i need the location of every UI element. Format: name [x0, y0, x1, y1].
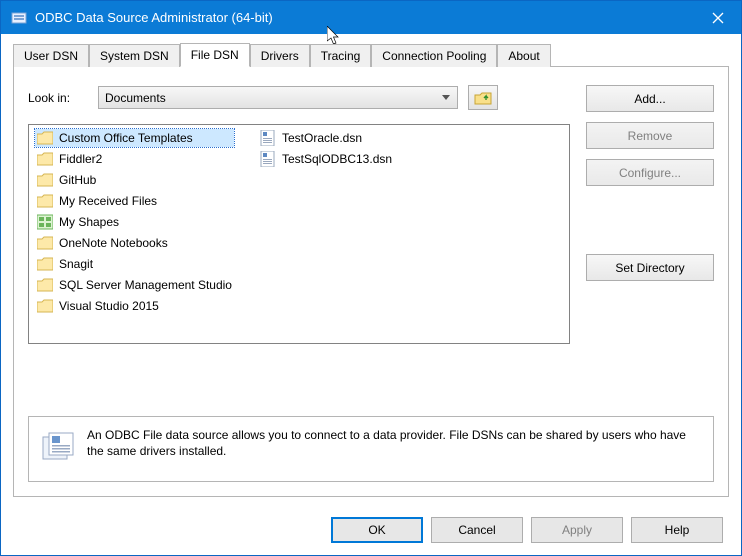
list-item-label: Visual Studio 2015	[59, 299, 159, 313]
list-item[interactable]: OneNote Notebooks	[35, 234, 234, 252]
list-item-label: Fiddler2	[59, 152, 102, 166]
add-button[interactable]: Add...	[586, 85, 714, 112]
configure-button: Configure...	[586, 159, 714, 186]
folder-icon	[37, 131, 53, 145]
list-item-label: My Received Files	[59, 194, 157, 208]
folder-up-icon	[474, 90, 492, 106]
window-title: ODBC Data Source Administrator (64-bit)	[35, 10, 731, 25]
list-item[interactable]: TestSqlODBC13.dsn	[258, 150, 394, 168]
look-in-select[interactable]: Documents	[98, 86, 458, 109]
tab-panel-file-dsn: Look in: Documents Add... Remove Configu…	[13, 67, 729, 497]
dsn-file-icon	[260, 151, 276, 167]
list-item[interactable]: TestOracle.dsn	[258, 129, 394, 147]
list-item[interactable]: Fiddler2	[35, 150, 234, 168]
list-item[interactable]: My Received Files	[35, 192, 234, 210]
file-list[interactable]: Custom Office Templates Fiddler2 GitHub …	[28, 124, 570, 344]
ok-button[interactable]: OK	[331, 517, 423, 543]
folder-icon	[37, 299, 53, 313]
look-in-select-wrap: Documents	[98, 86, 458, 109]
client-area: User DSN System DSN File DSN Drivers Tra…	[1, 34, 741, 509]
list-item-label: Custom Office Templates	[59, 131, 193, 145]
window-root: ODBC Data Source Administrator (64-bit) …	[0, 0, 742, 556]
list-item[interactable]: My Shapes	[35, 213, 234, 231]
dsn-file-icon	[260, 130, 276, 146]
description-text: An ODBC File data source allows you to c…	[87, 427, 701, 459]
list-item[interactable]: Snagit	[35, 255, 234, 273]
list-item-label: SQL Server Management Studio	[59, 278, 232, 292]
cancel-button[interactable]: Cancel	[431, 517, 523, 543]
tab-user-dsn[interactable]: User DSN	[13, 44, 89, 67]
list-item[interactable]: SQL Server Management Studio	[35, 276, 234, 294]
tab-connection-pooling[interactable]: Connection Pooling	[371, 44, 497, 67]
odbc-icon	[41, 431, 75, 465]
folder-icon	[37, 173, 53, 187]
close-button[interactable]	[695, 1, 741, 34]
list-item[interactable]: Visual Studio 2015	[35, 297, 234, 315]
tab-tracing[interactable]: Tracing	[310, 44, 372, 67]
list-item-label: My Shapes	[59, 215, 119, 229]
apply-button: Apply	[531, 517, 623, 543]
set-directory-button[interactable]: Set Directory	[586, 254, 714, 281]
folder-icon	[37, 152, 53, 166]
description-box: An ODBC File data source allows you to c…	[28, 416, 714, 482]
list-item-label: TestSqlODBC13.dsn	[282, 152, 392, 166]
list-item-label: TestOracle.dsn	[282, 131, 362, 145]
list-item-label: Snagit	[59, 257, 93, 271]
side-button-column: Add... Remove Configure... Set Directory	[586, 85, 714, 281]
folder-icon	[37, 194, 53, 208]
tab-strip: User DSN System DSN File DSN Drivers Tra…	[13, 42, 729, 67]
list-item[interactable]: GitHub	[35, 171, 234, 189]
tab-system-dsn[interactable]: System DSN	[89, 44, 180, 67]
folder-icon	[37, 257, 53, 271]
file-list-col-2: TestOracle.dsn TestSqlODBC13.dsn	[258, 129, 394, 339]
file-list-col-1: Custom Office Templates Fiddler2 GitHub …	[35, 129, 234, 339]
folder-icon	[37, 236, 53, 250]
list-item-label: OneNote Notebooks	[59, 236, 168, 250]
list-item-label: GitHub	[59, 173, 96, 187]
dialog-footer: OK Cancel Apply Help	[19, 517, 723, 543]
visio-stencil-icon	[37, 214, 53, 230]
remove-button: Remove	[586, 122, 714, 149]
up-one-level-button[interactable]	[468, 85, 498, 110]
tab-file-dsn[interactable]: File DSN	[180, 43, 250, 67]
look-in-label: Look in:	[28, 91, 88, 105]
app-icon	[11, 10, 27, 26]
tab-about[interactable]: About	[497, 44, 550, 67]
help-button[interactable]: Help	[631, 517, 723, 543]
tab-drivers[interactable]: Drivers	[250, 44, 310, 67]
titlebar: ODBC Data Source Administrator (64-bit)	[1, 1, 741, 34]
list-item[interactable]: Custom Office Templates	[35, 129, 234, 147]
folder-icon	[37, 278, 53, 292]
